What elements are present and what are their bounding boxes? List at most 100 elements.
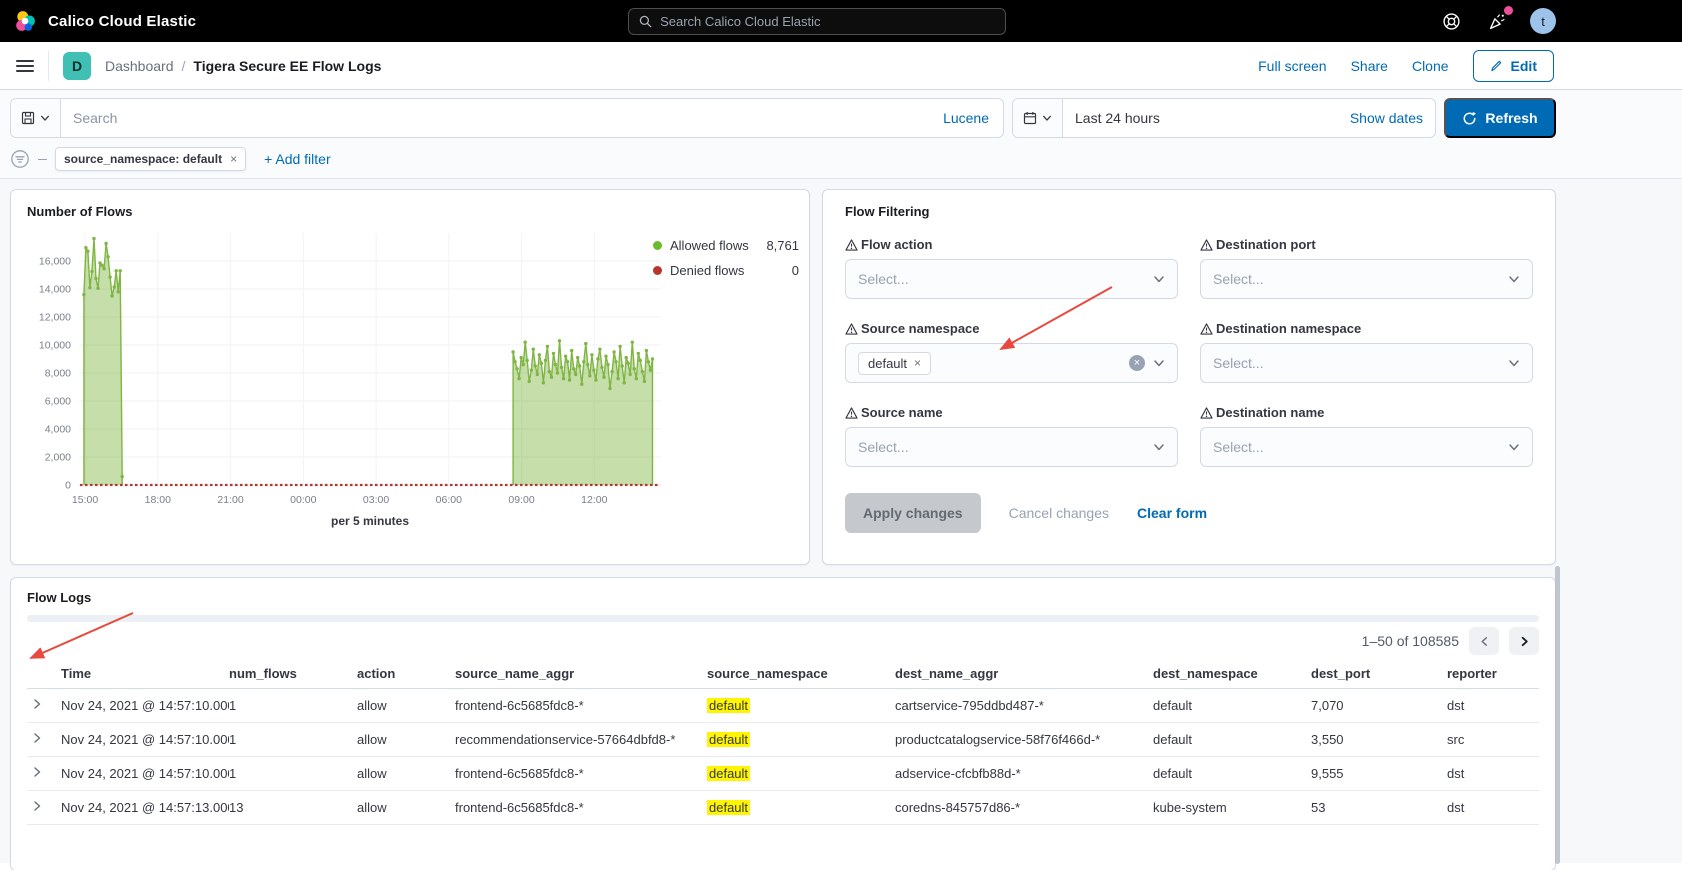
cell-time: Nov 24, 2021 @ 14:57:10.000 bbox=[61, 766, 229, 781]
table-row[interactable]: Nov 24, 2021 @ 14:57:10.0001allowfronten… bbox=[27, 689, 1539, 723]
filter-connector bbox=[38, 159, 47, 160]
svg-text:2,000: 2,000 bbox=[45, 452, 71, 464]
table-horizontal-scrollbar[interactable] bbox=[27, 615, 1539, 622]
column-header-source-name-aggr[interactable]: source_name_aggr bbox=[455, 666, 707, 681]
menu-icon[interactable] bbox=[16, 60, 34, 72]
destination-name-select[interactable]: Select... bbox=[1200, 427, 1533, 467]
edit-button[interactable]: Edit bbox=[1473, 50, 1554, 82]
svg-text:14,000: 14,000 bbox=[39, 284, 71, 296]
expand-row-icon[interactable] bbox=[31, 766, 43, 778]
expand-row-icon[interactable] bbox=[31, 732, 43, 744]
cell-action: allow bbox=[357, 732, 455, 747]
clear-selection-icon[interactable]: × bbox=[1129, 355, 1145, 371]
saved-query-menu-button[interactable] bbox=[11, 99, 61, 137]
remove-chip-icon[interactable]: × bbox=[914, 356, 921, 370]
add-filter-button[interactable]: + Add filter bbox=[264, 151, 331, 167]
cell-num_flows: 1 bbox=[229, 766, 357, 781]
flow-filtering-fields: Flow actionSelect...Destination portSele… bbox=[845, 237, 1533, 467]
filter-icon[interactable] bbox=[10, 149, 30, 169]
filter-pill-source-namespace[interactable]: source_namespace: default × bbox=[55, 147, 246, 171]
select-placeholder: Select... bbox=[1213, 355, 1264, 371]
select-placeholder: Select... bbox=[858, 439, 909, 455]
query-section: Lucene Last 24 hours Show dates bbox=[0, 90, 1682, 179]
cancel-changes-button[interactable]: Cancel changes bbox=[1009, 505, 1109, 521]
query-search-input[interactable] bbox=[61, 110, 929, 126]
top-navigation-bar: Calico Cloud Elastic bbox=[0, 0, 1682, 42]
filter-field-source-namespace: Source namespacedefault×× bbox=[845, 321, 1178, 383]
expand-row-icon[interactable] bbox=[31, 800, 43, 812]
destination-namespace-select[interactable]: Select... bbox=[1200, 343, 1533, 383]
dashboard-header: D Dashboard / Tigera Secure EE Flow Logs… bbox=[0, 42, 1682, 90]
notification-dot bbox=[1504, 6, 1513, 15]
query-language-button[interactable]: Lucene bbox=[929, 110, 1003, 126]
global-search-box[interactable] bbox=[628, 8, 1006, 35]
table-row[interactable]: Nov 24, 2021 @ 14:57:10.0001allowfronten… bbox=[27, 757, 1539, 791]
refresh-icon bbox=[1462, 111, 1477, 126]
time-picker-menu-button[interactable] bbox=[1013, 99, 1063, 137]
legend-item[interactable]: Allowed flows8,761 bbox=[653, 238, 799, 253]
cell-source_name_aggr: frontend-6c5685fdc8-* bbox=[455, 698, 707, 713]
table-header-row: Timenum_flowsactionsource_name_aggrsourc… bbox=[27, 659, 1539, 689]
selected-option-chip[interactable]: default× bbox=[858, 352, 931, 375]
source-name-select[interactable]: Select... bbox=[845, 427, 1178, 467]
breadcrumb-dashboard[interactable]: Dashboard bbox=[105, 58, 174, 74]
highlighted-value: default bbox=[707, 800, 750, 815]
field-label: Source namespace bbox=[845, 321, 1178, 336]
column-header-dest-port[interactable]: dest_port bbox=[1311, 666, 1447, 681]
table-row[interactable]: Nov 24, 2021 @ 14:57:13.00013allowfronte… bbox=[27, 791, 1539, 825]
source-namespace-select[interactable]: default×× bbox=[845, 343, 1178, 383]
topbar-center bbox=[196, 8, 1438, 35]
time-range-value[interactable]: Last 24 hours bbox=[1063, 110, 1338, 126]
filter-field-destination-name: Destination nameSelect... bbox=[1200, 405, 1533, 467]
topbar-icons: t bbox=[1438, 8, 1556, 34]
help-icon[interactable] bbox=[1438, 8, 1464, 34]
next-page-button[interactable] bbox=[1509, 627, 1539, 655]
breadcrumb-separator: / bbox=[182, 58, 186, 74]
full-screen-button[interactable]: Full screen bbox=[1258, 58, 1326, 74]
destination-port-select[interactable]: Select... bbox=[1200, 259, 1533, 299]
expand-row-icon[interactable] bbox=[31, 698, 43, 710]
cell-dest_port: 7,070 bbox=[1311, 698, 1447, 713]
column-header-reporter[interactable]: reporter bbox=[1447, 666, 1539, 681]
share-button[interactable]: Share bbox=[1351, 58, 1388, 74]
column-header-time[interactable]: Time bbox=[61, 666, 229, 681]
cell-source_namespace: default bbox=[707, 732, 895, 747]
legend-value: 0 bbox=[761, 263, 799, 278]
clear-form-button[interactable]: Clear form bbox=[1137, 505, 1207, 521]
user-avatar[interactable]: t bbox=[1530, 8, 1556, 34]
field-label: Destination namespace bbox=[1200, 321, 1533, 336]
legend-item[interactable]: Denied flows0 bbox=[653, 263, 799, 278]
refresh-button[interactable]: Refresh bbox=[1444, 98, 1556, 138]
cell-source_namespace: default bbox=[707, 698, 895, 713]
column-header-num-flows[interactable]: num_flows bbox=[229, 666, 357, 681]
apply-changes-button[interactable]: Apply changes bbox=[845, 493, 981, 533]
clone-button[interactable]: Clone bbox=[1412, 58, 1449, 74]
flow-action-select[interactable]: Select... bbox=[845, 259, 1178, 299]
vertical-scrollbar[interactable] bbox=[1555, 566, 1560, 864]
field-label: Source name bbox=[845, 405, 1178, 420]
svg-text:0: 0 bbox=[65, 480, 71, 492]
table-row[interactable]: Nov 24, 2021 @ 14:57:10.0001allowrecomme… bbox=[27, 723, 1539, 757]
column-header-dest-name-aggr[interactable]: dest_name_aggr bbox=[895, 666, 1153, 681]
filter-field-source-name: Source name Select... bbox=[845, 405, 1178, 467]
column-header-action[interactable]: action bbox=[357, 666, 455, 681]
previous-page-button[interactable] bbox=[1469, 627, 1499, 655]
time-picker-group: Last 24 hours Show dates bbox=[1012, 98, 1436, 138]
global-search-input[interactable] bbox=[660, 14, 995, 29]
filter-field-flow-action: Flow actionSelect... bbox=[845, 237, 1178, 299]
breadcrumb: Dashboard / Tigera Secure EE Flow Logs bbox=[105, 58, 381, 74]
chart-legend: Allowed flows8,761 Denied flows0 bbox=[653, 238, 799, 278]
svg-text:16,000: 16,000 bbox=[39, 256, 71, 268]
whats-new-icon[interactable] bbox=[1484, 8, 1510, 34]
svg-text:12:00: 12:00 bbox=[581, 494, 607, 506]
svg-text:06:00: 06:00 bbox=[436, 494, 462, 506]
cell-dest_namespace: default bbox=[1153, 732, 1311, 747]
show-dates-button[interactable]: Show dates bbox=[1338, 110, 1435, 126]
column-header-source-namespace[interactable]: source_namespace bbox=[707, 666, 895, 681]
column-header-dest-namespace[interactable]: dest_namespace bbox=[1153, 666, 1311, 681]
elastic-logo-icon[interactable] bbox=[14, 10, 36, 32]
number-of-flows-panel: Number of Flows 02,0004,0006,0008,00010,… bbox=[10, 189, 810, 565]
remove-filter-icon[interactable]: × bbox=[230, 152, 237, 166]
cell-reporter: dst bbox=[1447, 698, 1539, 713]
filter-field-destination-namespace: Destination namespace Select... bbox=[1200, 321, 1533, 383]
